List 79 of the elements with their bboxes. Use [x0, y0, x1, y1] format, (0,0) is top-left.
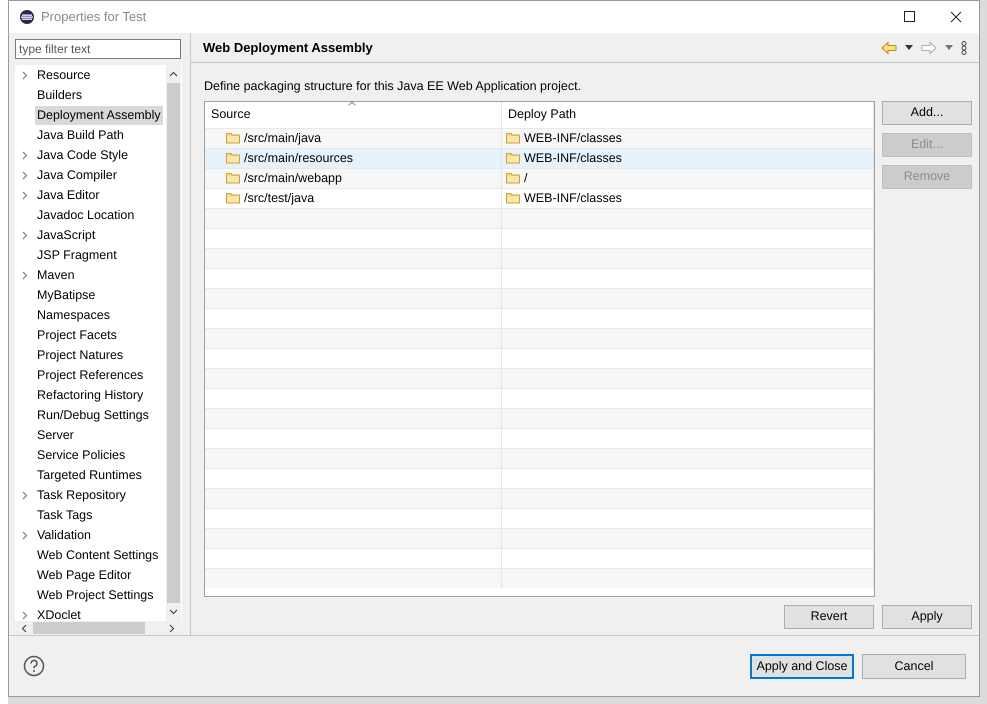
scroll-left-icon[interactable]	[21, 624, 27, 633]
tree-item[interactable]: Project Facets	[35, 326, 119, 345]
tree-item[interactable]: Task Repository	[35, 486, 128, 505]
table-row[interactable]: /src/main/java WEB-INF/classes	[205, 128, 874, 148]
dropdown-caret-icon[interactable]	[905, 45, 913, 50]
tree-item[interactable]: Targeted Runtimes	[35, 466, 144, 485]
expand-chevron-icon[interactable]	[21, 270, 29, 280]
tree-item[interactable]: Builders	[35, 86, 84, 105]
expand-chevron-icon[interactable]	[21, 170, 29, 180]
tree-item[interactable]: MyBatipse	[35, 286, 98, 305]
scroll-up-icon[interactable]	[169, 71, 178, 78]
scroll-down-icon[interactable]	[169, 609, 178, 616]
table-row[interactable]: /src/main/resources WEB-INF/classes	[205, 148, 874, 168]
forward-arrow-icon[interactable]	[921, 40, 937, 54]
tree-item[interactable]: Maven	[35, 266, 77, 285]
tree-item[interactable]: XDoclet	[35, 606, 83, 622]
tree-item[interactable]: Javadoc Location	[35, 206, 136, 225]
expand-chevron-icon[interactable]	[21, 230, 29, 240]
tree-item[interactable]: Server	[35, 426, 76, 445]
dialog-button[interactable]: Apply and Close	[750, 654, 854, 678]
tree-item[interactable]: Refactoring History	[35, 386, 146, 405]
tree-item[interactable]: Java Code Style	[35, 146, 130, 165]
tree-item[interactable]: Run/Debug Settings	[35, 406, 151, 425]
close-icon	[950, 11, 962, 23]
expand-chevron-icon[interactable]	[21, 190, 29, 200]
expand-chevron-icon[interactable]	[21, 70, 29, 80]
expand-chevron-icon[interactable]	[21, 490, 29, 500]
tree-item[interactable]: Java Editor	[35, 186, 102, 205]
folder-icon	[506, 172, 520, 184]
page-title: Web Deployment Assembly	[203, 38, 373, 57]
dialog-button[interactable]: Cancel	[862, 654, 966, 678]
back-arrow-icon[interactable]	[881, 40, 897, 54]
source-path: /src/main/resources	[244, 150, 354, 167]
tree-item[interactable]: Project References	[35, 366, 146, 385]
deploy-path: WEB-INF/classes	[524, 190, 622, 207]
page-description: Define packaging structure for this Java EE Web Application project.	[204, 78, 582, 95]
source-path: /src/main/webapp	[244, 170, 342, 187]
tree-item[interactable]: Deployment Assembly	[35, 106, 163, 125]
folder-icon	[226, 192, 240, 204]
menu-icon[interactable]	[961, 40, 967, 54]
action-button[interactable]: Apply	[882, 604, 972, 629]
sort-indicator-icon	[348, 102, 356, 106]
action-button[interactable]: Revert	[784, 604, 874, 629]
expand-chevron-icon[interactable]	[21, 610, 29, 620]
tree-item[interactable]: Project Natures	[35, 346, 126, 365]
deploy-path: /	[524, 170, 528, 187]
tree-item[interactable]: Java Compiler	[35, 166, 119, 185]
folder-icon	[506, 152, 520, 164]
tree-item[interactable]: Web Page Editor	[35, 566, 134, 585]
tree-item[interactable]: Resource	[35, 66, 92, 85]
folder-icon	[226, 172, 240, 184]
folder-icon	[226, 132, 240, 144]
source-path: /src/test/java	[244, 190, 314, 207]
source-path: /src/main/java	[244, 130, 322, 147]
scroll-right-icon[interactable]	[169, 624, 175, 633]
tree-item[interactable]: Service Policies	[35, 446, 128, 465]
tree-item[interactable]: JSP Fragment	[35, 246, 119, 265]
tree-item[interactable]: Web Project Settings	[35, 586, 156, 605]
deploy-path: WEB-INF/classes	[524, 130, 622, 147]
folder-icon	[226, 152, 240, 164]
tree-item[interactable]: Web Content Settings	[35, 546, 160, 565]
deploy-path: WEB-INF/classes	[524, 150, 622, 167]
tree-item[interactable]: Java Build Path	[35, 126, 126, 145]
filter-field[interactable]: type filter text	[15, 39, 181, 60]
expand-chevron-icon[interactable]	[21, 150, 29, 160]
window-title: Properties for Test	[41, 8, 146, 26]
expand-chevron-icon[interactable]	[21, 530, 29, 540]
table-row[interactable]: /src/test/java WEB-INF/classes	[205, 188, 874, 208]
maximize-icon	[904, 11, 916, 23]
tree-item[interactable]: Namespaces	[35, 306, 112, 325]
action-button[interactable]: Add...	[882, 100, 972, 125]
tree-item[interactable]: JavaScript	[35, 226, 98, 245]
app-icon	[19, 9, 35, 25]
tree-item[interactable]: Task Tags	[35, 506, 94, 525]
tree-item[interactable]: Validation	[35, 526, 93, 545]
help-icon[interactable]	[23, 655, 45, 677]
folder-icon	[506, 192, 520, 204]
folder-icon	[506, 132, 520, 144]
table-row[interactable]: /src/main/webapp /	[205, 168, 874, 188]
